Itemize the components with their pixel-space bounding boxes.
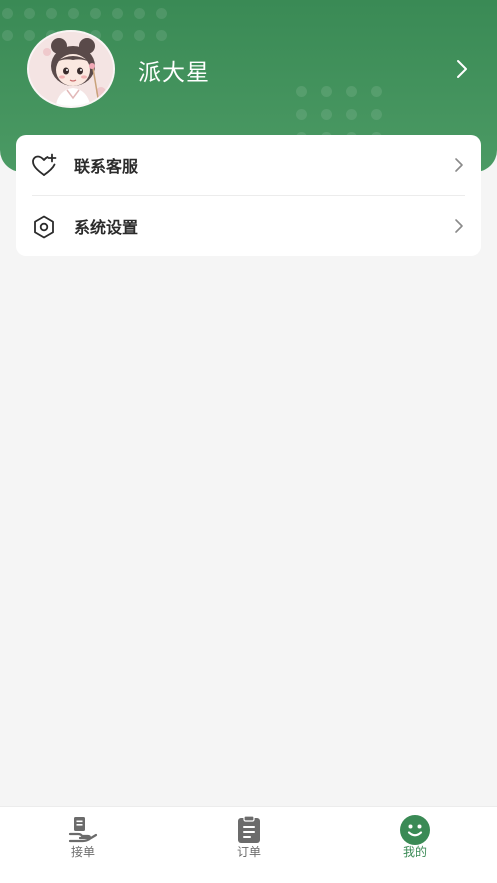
menu-item-label: 系统设置: [74, 218, 139, 237]
menu-card: 联系客服 系统设置: [16, 135, 481, 256]
chevron-right-icon[interactable]: [452, 58, 472, 80]
avatar-illustration: [29, 32, 113, 106]
tab-receive-orders[interactable]: 接单: [0, 807, 166, 883]
clipboard-icon: [238, 815, 260, 843]
tab-mine[interactable]: 我的: [332, 807, 497, 883]
menu-item-system-settings[interactable]: 系统设置: [16, 196, 481, 256]
settings-icon: [34, 215, 54, 239]
menu-item-contact-support[interactable]: 联系客服: [16, 135, 481, 195]
tab-label: 订单: [236, 845, 261, 859]
tab-label: 接单: [70, 845, 95, 859]
hand-receive-icon: [68, 817, 98, 843]
avatar[interactable]: [27, 30, 115, 108]
tab-orders[interactable]: 订单: [166, 807, 332, 883]
chevron-right-icon: [455, 158, 463, 172]
bottom-nav: 接单 订单 我的: [0, 806, 497, 883]
smiley-icon: [400, 815, 430, 845]
tab-label: 我的: [402, 845, 427, 859]
menu-item-label: 联系客服: [74, 157, 139, 176]
profile-page: 派大星 联系客服 系统设置 接单 订单 我的: [0, 0, 497, 883]
chevron-right-icon: [455, 219, 463, 233]
heart-plus-icon: [32, 153, 57, 176]
username: 派大星: [138, 60, 210, 86]
